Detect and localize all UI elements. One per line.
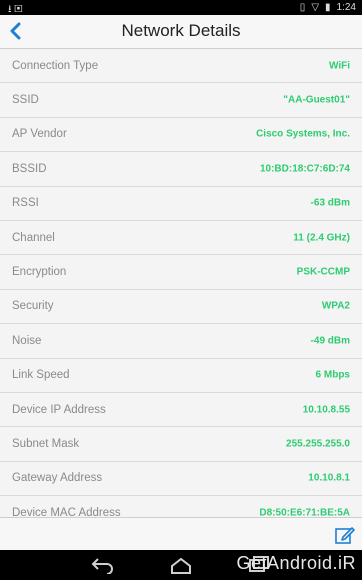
row-label: Security — [12, 300, 54, 313]
row-value: 10:BD:18:C7:6D:74 — [259, 163, 350, 175]
download-icon: ⭳ — [8, 4, 12, 15]
nav-home-button[interactable] — [168, 556, 194, 574]
row-value: WPA2 — [321, 300, 350, 312]
detail-row-noise: Noise -49 dBm — [0, 324, 362, 359]
row-value: "AA-Guest01" — [283, 94, 350, 106]
detail-row-link-speed: Link Speed 6 Mbps — [0, 359, 362, 393]
nav-header: Network Details — [0, 15, 362, 49]
home-icon — [171, 557, 191, 574]
detail-row-ap-vendor: AP Vendor Cisco Systems, Inc. — [0, 118, 362, 153]
row-value: -63 dBm — [310, 197, 350, 209]
row-value: 10.10.8.1 — [308, 472, 350, 484]
details-list[interactable]: Connection Type WiFi SSID "AA-Guest01" AP … — [0, 49, 362, 517]
row-value: -49 dBm — [310, 335, 350, 347]
row-value: 10.10.8.55 — [302, 404, 350, 416]
row-value: PSK-CCMP — [296, 266, 350, 278]
clock: 1:24 — [336, 2, 356, 13]
row-label: Channel — [12, 231, 55, 244]
detail-row-ssid: SSID "AA-Guest01" — [0, 83, 362, 118]
detail-row-gateway: Gateway Address 10.10.8.1 — [0, 462, 362, 497]
vibrate-icon: ▯ — [299, 2, 306, 13]
battery-icon: ▮ — [325, 2, 331, 13]
row-label: Subnet Mask — [12, 437, 80, 450]
wifi-icon: ▽ — [311, 2, 320, 13]
row-value: D8:50:E6:71:BE:5A — [259, 507, 350, 517]
row-label: BSSID — [12, 162, 47, 175]
row-label: Device MAC Address — [12, 506, 121, 517]
row-value: 6 Mbps — [315, 369, 350, 381]
detail-row-channel: Channel 11 (2.4 GHz) — [0, 221, 362, 256]
android-nav-bar: GetAndroid.iR — [0, 550, 362, 580]
row-label: Device IP Address — [12, 403, 106, 416]
nav-back-button[interactable] — [90, 556, 116, 575]
detail-row-security: Security WPA2 — [0, 290, 362, 325]
detail-row-device-mac: Device MAC Address D8:50:E6:71:BE:5A — [0, 496, 362, 517]
row-label: SSID — [12, 94, 39, 107]
briefcase-icon: ▣ — [14, 4, 23, 15]
row-label: Noise — [12, 334, 42, 347]
detail-row-subnet-mask: Subnet Mask 255.255.255.0 — [0, 427, 362, 462]
bottom-toolbar — [0, 517, 362, 551]
detail-row-device-ip: Device IP Address 10.10.8.55 — [0, 393, 362, 428]
row-label: Connection Type — [12, 59, 99, 72]
row-label: Link Speed — [12, 369, 70, 382]
detail-row-encryption: Encryption PSK-CCMP — [0, 255, 362, 290]
watermark-logo: GetAndroid.iR — [236, 553, 356, 573]
detail-row-rssi: RSSI -63 dBm — [0, 187, 362, 221]
status-right: ▯ ▽ ▮ 1:24 — [300, 2, 356, 13]
row-label: RSSI — [12, 197, 39, 210]
row-label: Gateway Address — [12, 472, 103, 485]
detail-row-bssid: BSSID 10:BD:18:C7:6D:74 — [0, 152, 362, 187]
status-bar: ⭳ ▣ ▯ ▽ ▮ 1:24 — [0, 0, 362, 15]
compose-button[interactable] — [334, 524, 356, 546]
row-label: AP Vendor — [12, 128, 67, 141]
row-value: WiFi — [328, 60, 350, 72]
detail-row-connection-type: Connection Type WiFi — [0, 49, 362, 84]
row-label: Encryption — [12, 266, 67, 279]
compose-icon — [335, 527, 355, 544]
row-value: Cisco Systems, Inc. — [256, 128, 350, 140]
back-arrow-icon — [91, 558, 113, 575]
row-value: 11 (2.4 GHz) — [293, 232, 350, 244]
row-value: 255.255.255.0 — [286, 438, 350, 450]
page-title: Network Details — [121, 21, 241, 40]
